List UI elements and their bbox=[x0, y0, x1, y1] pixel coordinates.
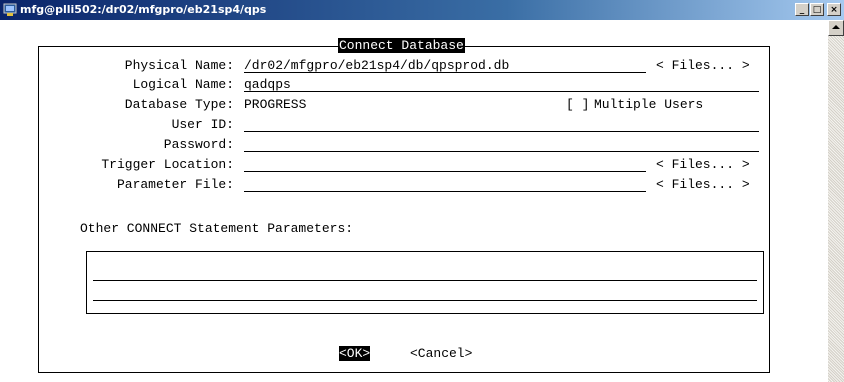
multiple-users-label: Multiple Users bbox=[594, 97, 704, 112]
database-type-value: PROGRESS bbox=[244, 97, 307, 112]
database-type-label: Database Type: bbox=[124, 97, 234, 112]
connect-dialog bbox=[38, 46, 770, 373]
user-id-field[interactable] bbox=[244, 117, 759, 132]
other-params-line-1[interactable] bbox=[93, 280, 757, 281]
password-label: Password: bbox=[163, 137, 234, 152]
minimize-button[interactable]: _ bbox=[795, 3, 809, 16]
terminal-area[interactable]: Connect Database Physical Name: /dr02/mf… bbox=[0, 20, 828, 382]
other-params-box[interactable] bbox=[86, 251, 764, 314]
window-titlebar: mfg@plli502:/dr02/mfgpro/eb21sp4/qps _ □… bbox=[0, 0, 844, 20]
maximize-button[interactable]: □ bbox=[810, 3, 824, 16]
physical-name-value: /dr02/mfgpro/eb21sp4/db/qpsprod.db bbox=[244, 58, 510, 73]
password-field[interactable] bbox=[244, 137, 759, 152]
physical-name-files-button[interactable]: < Files... > bbox=[656, 58, 750, 73]
terminal-app-icon[interactable] bbox=[3, 2, 17, 17]
window-title: mfg@plli502:/dr02/mfgpro/eb21sp4/qps bbox=[20, 3, 267, 16]
vertical-scrollbar[interactable] bbox=[828, 20, 844, 382]
user-id-label: User ID: bbox=[171, 117, 234, 132]
trigger-location-field[interactable] bbox=[244, 157, 646, 172]
dialog-title: Connect Database bbox=[338, 38, 465, 53]
close-button[interactable]: × bbox=[827, 3, 841, 16]
multiple-users-checkbox[interactable]: [ ] bbox=[566, 97, 589, 112]
trigger-location-files-button[interactable]: < Files... > bbox=[656, 157, 750, 172]
parameter-file-files-button[interactable]: < Files... > bbox=[656, 177, 750, 192]
cancel-button[interactable]: <Cancel> bbox=[410, 346, 472, 361]
physical-name-label: Physical Name: bbox=[124, 58, 234, 73]
logical-name-label: Logical Name: bbox=[132, 77, 234, 92]
other-params-line-2[interactable] bbox=[93, 300, 757, 301]
logical-name-value: qadqps bbox=[244, 77, 291, 92]
parameter-file-field[interactable] bbox=[244, 177, 646, 192]
logical-name-field[interactable] bbox=[244, 77, 759, 92]
scroll-up-arrow-icon[interactable] bbox=[828, 20, 844, 36]
other-params-label: Other CONNECT Statement Parameters: bbox=[80, 221, 354, 236]
trigger-location-label: Trigger Location: bbox=[101, 157, 234, 172]
parameter-file-label: Parameter File: bbox=[116, 177, 234, 192]
ok-button[interactable]: <OK> bbox=[339, 346, 371, 361]
